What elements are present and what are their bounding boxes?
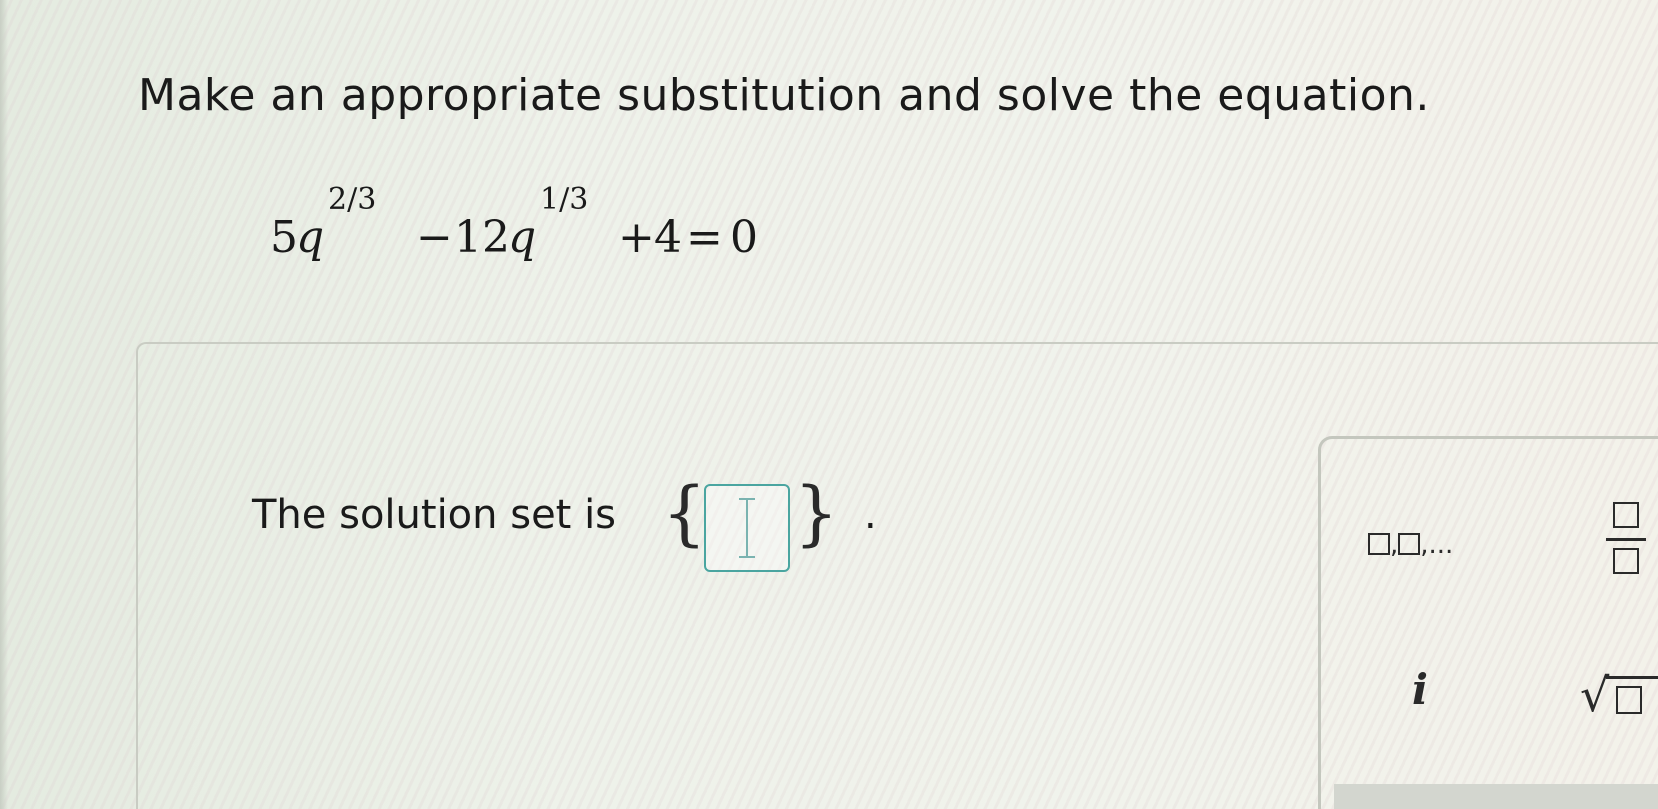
solution-prompt: The solution set is: [252, 492, 617, 538]
equation-variable: q: [296, 212, 325, 263]
equation-operator: +: [618, 212, 655, 263]
equation-exponent: 2/3: [328, 182, 377, 217]
equation-coefficient: 12: [454, 212, 510, 263]
list-icon: [1398, 532, 1421, 555]
equation: 5 q 2/3 − 12 q 1/3 + 4 = 0: [270, 182, 790, 272]
equation-rhs: 0: [730, 212, 758, 263]
fraction-icon: [1613, 548, 1639, 574]
sentence-period: .: [864, 492, 877, 538]
equation-exponent: 1/3: [540, 182, 589, 217]
imaginary-unit-button[interactable]: i: [1412, 665, 1452, 725]
equation-coefficient: 5: [270, 212, 298, 263]
list-button[interactable]: ,,...: [1368, 520, 1498, 570]
list-icon: [1368, 532, 1390, 555]
fraction-icon: [1613, 502, 1639, 528]
equation-constant: 4: [654, 212, 682, 263]
square-root-icon: √: [1580, 668, 1610, 722]
square-root-icon: [1606, 676, 1658, 679]
close-brace: }: [794, 472, 839, 554]
fraction-icon: [1606, 538, 1646, 541]
list-ellipsis: ,...: [1420, 530, 1454, 560]
text-cursor-icon: [739, 556, 755, 558]
list-separator: ,: [1390, 530, 1399, 560]
text-cursor-icon: [746, 500, 748, 556]
answer-input[interactable]: [704, 484, 790, 572]
solution-line: The solution set is { } .: [252, 470, 892, 580]
equation-variable: q: [508, 212, 537, 263]
math-palette: [1318, 436, 1658, 809]
screen-edge: [0, 0, 8, 809]
question-instruction: Make an appropriate substitution and sol…: [138, 70, 1430, 121]
equation-equals: =: [686, 212, 723, 263]
imaginary-unit-icon: i: [1412, 665, 1428, 714]
fraction-button[interactable]: [1606, 500, 1646, 580]
open-brace: {: [662, 472, 707, 554]
square-root-icon: [1616, 686, 1642, 714]
equation-operator: −: [416, 212, 453, 263]
palette-bottom-bar: [1334, 784, 1658, 809]
square-root-button[interactable]: √: [1580, 668, 1658, 728]
